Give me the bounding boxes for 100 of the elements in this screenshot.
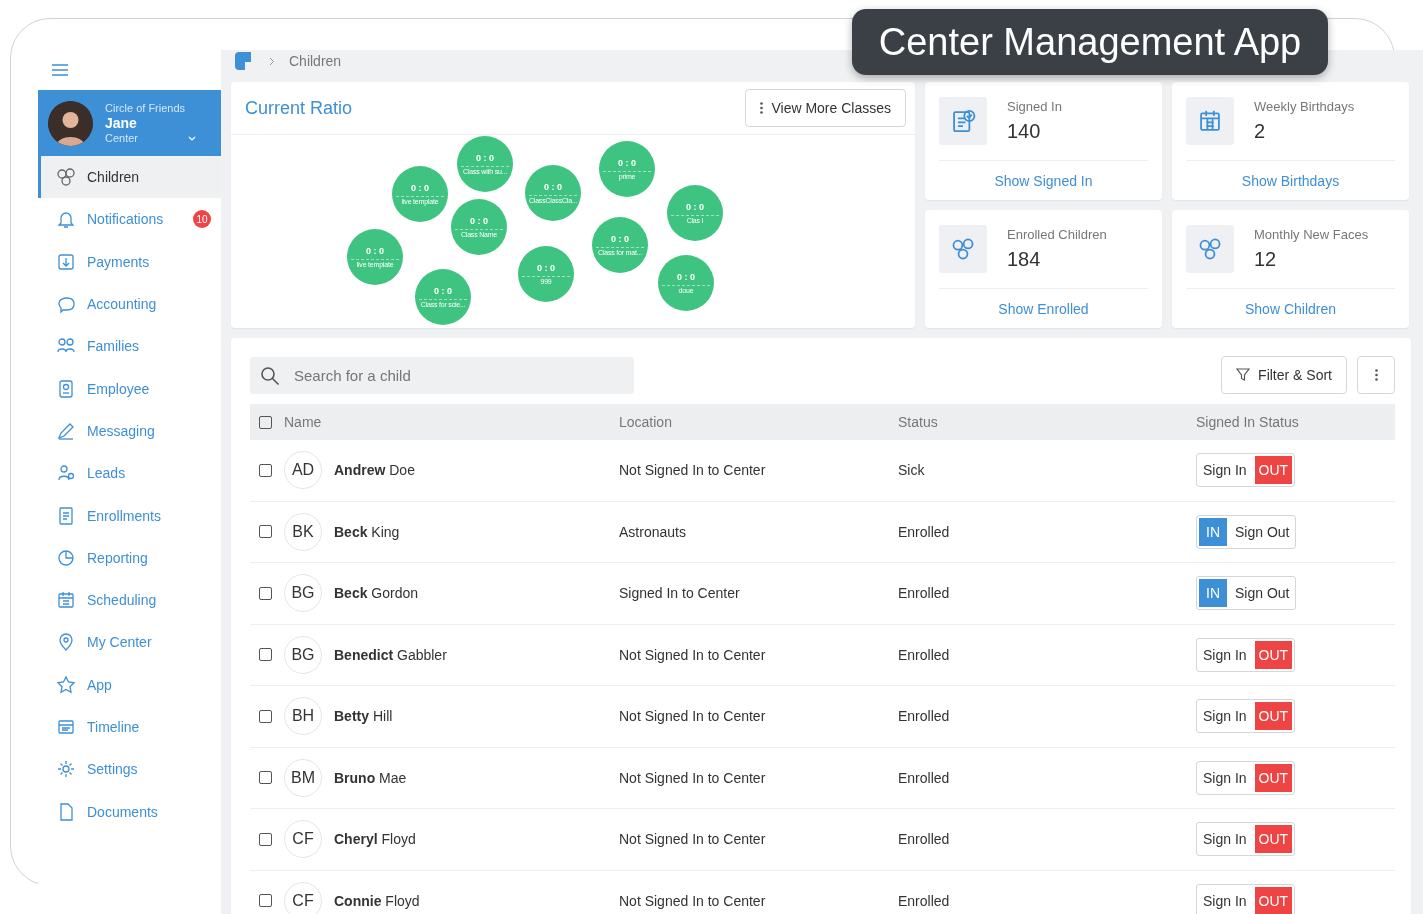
chevron-icon[interactable] xyxy=(188,135,197,141)
table-cell-text: Enrolled xyxy=(898,892,951,909)
table-cell-text: Enrolled xyxy=(898,708,951,725)
sign-toggle[interactable]: Sign In OUT xyxy=(1196,453,1296,488)
sign-toggle[interactable]: Sign In OUT xyxy=(1196,883,1296,914)
stat-value: 2 xyxy=(1254,120,1267,143)
sidebar-item[interactable]: Payments xyxy=(38,240,221,283)
card-title: Current Ratio xyxy=(245,97,353,119)
status-badge: IN xyxy=(1199,579,1227,608)
sidebar-item[interactable]: App xyxy=(38,663,221,706)
search-icon xyxy=(259,364,281,387)
sign-toggle[interactable]: Sign In OUT xyxy=(1196,637,1296,672)
checkbox[interactable] xyxy=(259,771,272,785)
table-cell-text: Not Signed In to Center xyxy=(619,892,767,909)
status-badge: OUT xyxy=(1254,825,1293,854)
checkbox[interactable] xyxy=(259,894,272,908)
checkbox[interactable] xyxy=(259,415,272,429)
checkbox[interactable] xyxy=(259,586,272,600)
checkbox[interactable] xyxy=(259,463,272,477)
checkbox[interactable] xyxy=(259,648,272,662)
child-name[interactable]: Bruno Mae xyxy=(334,769,407,786)
sign-toggle[interactable]: Sign In OUT xyxy=(1196,822,1296,857)
column-header: Signed In Status xyxy=(1196,414,1300,430)
sign-action[interactable]: Sign In xyxy=(1199,646,1251,663)
stat-value: 12 xyxy=(1254,248,1278,271)
table-cell-text: Enrolled xyxy=(898,831,951,848)
child-name[interactable]: Beck Gordon xyxy=(334,585,419,602)
stat-label: Weekly Birthdays xyxy=(1254,99,1355,114)
sidebar-item[interactable]: Scheduling xyxy=(38,578,221,622)
faces-icon xyxy=(55,166,77,189)
sign-action[interactable]: Sign In xyxy=(1199,831,1251,848)
stat-link[interactable]: Show Enrolled xyxy=(998,300,1089,317)
chevron-icon xyxy=(269,56,275,66)
table-cell-text: Astronauts xyxy=(619,523,687,540)
checkbox[interactable] xyxy=(259,832,272,846)
table-cell-text: Not Signed In to Center xyxy=(619,462,767,479)
avatar xyxy=(48,100,93,146)
sidebar-item[interactable]: Leads xyxy=(38,452,221,495)
sidebar-item[interactable]: Reporting xyxy=(38,536,221,579)
table-cell-text: Not Signed In to Center xyxy=(619,831,767,848)
table-cell-text: Sick xyxy=(898,462,926,479)
status-badge: OUT xyxy=(1254,763,1293,792)
funnel-icon xyxy=(1236,368,1251,382)
sign-action[interactable]: Sign Out xyxy=(1231,585,1294,602)
stat-label: Monthly New Faces xyxy=(1254,227,1369,242)
sidebar-item[interactable]: My Center xyxy=(38,621,221,664)
status-badge: OUT xyxy=(1254,640,1293,669)
table-cell-text: Enrolled xyxy=(898,769,951,786)
child-name[interactable]: Beck King xyxy=(334,523,400,540)
view-more-button[interactable]: View More Classes xyxy=(745,89,906,127)
filter-button[interactable]: Filter & Sort xyxy=(1221,356,1347,394)
stat-label: Signed In xyxy=(1007,99,1062,114)
count-badge: 10 xyxy=(193,210,211,229)
table-cell-text: Enrolled xyxy=(898,646,951,663)
stat-link[interactable]: Show Birthdays xyxy=(1241,172,1340,189)
sidebar-item[interactable]: Timeline xyxy=(38,705,221,749)
child-name[interactable]: Cheryl Floyd xyxy=(334,831,416,848)
child-name[interactable]: Connie Floyd xyxy=(334,892,420,909)
sign-toggle[interactable]: IN Sign Out xyxy=(1196,514,1297,549)
stat-link[interactable]: Show Signed In xyxy=(994,172,1093,189)
sidebar-item[interactable]: Children xyxy=(38,156,221,199)
sign-toggle[interactable]: Sign In OUT xyxy=(1196,699,1296,734)
search-field[interactable]: Search for a child xyxy=(250,356,634,394)
organization-name: Circle of Friends xyxy=(105,100,187,116)
sidebar-item[interactable]: Enrollments xyxy=(38,494,221,537)
sign-action[interactable]: Sign In xyxy=(1199,708,1251,725)
child-name[interactable]: Betty Hill xyxy=(334,708,393,725)
table-cell-text: Signed In to Center xyxy=(619,585,741,602)
status-badge: IN xyxy=(1199,517,1227,546)
sign-action[interactable]: Sign In xyxy=(1199,462,1251,479)
child-name[interactable]: Andrew Doe xyxy=(334,462,415,479)
stat-link[interactable]: Show Children xyxy=(1244,300,1337,317)
user-role: Center xyxy=(105,130,139,146)
sign-action[interactable]: Sign Out xyxy=(1231,523,1294,540)
sidebar-item[interactable]: Families xyxy=(38,325,221,368)
checkbox[interactable] xyxy=(259,709,272,723)
sidebar-item[interactable]: Messaging xyxy=(38,409,221,453)
column-header: Status xyxy=(898,414,939,430)
stat-value: 184 xyxy=(1007,248,1042,271)
sign-toggle[interactable]: IN Sign Out xyxy=(1196,576,1297,611)
status-badge: OUT xyxy=(1254,886,1293,914)
kebab-icon xyxy=(1374,369,1378,381)
sidebar-item[interactable]: Settings xyxy=(38,748,221,791)
sidebar-item[interactable]: Accounting xyxy=(38,282,221,326)
stat-value: 140 xyxy=(1007,120,1042,143)
table-cell-text: Not Signed In to Center xyxy=(619,769,767,786)
sidebar-item[interactable]: Documents xyxy=(38,790,221,833)
sign-action[interactable]: Sign In xyxy=(1199,892,1251,909)
table-cell-text: Not Signed In to Center xyxy=(619,708,767,725)
sidebar-item[interactable]: Notifications 10 xyxy=(38,198,221,241)
sign-action[interactable]: Sign In xyxy=(1199,769,1251,786)
breadcrumb-current: Children xyxy=(289,53,342,69)
table-cell-text: Not Signed In to Center xyxy=(619,646,767,663)
sidebar-item[interactable]: Employee xyxy=(38,367,221,410)
profile-panel[interactable]: Circle of Friends Jane Center xyxy=(38,90,221,156)
stat-label: Enrolled Children xyxy=(1007,227,1107,242)
sign-toggle[interactable]: Sign In OUT xyxy=(1196,760,1296,795)
checkbox[interactable] xyxy=(259,525,272,539)
child-name[interactable]: Benedict Gabbler xyxy=(334,646,447,663)
table-cell-text: Enrolled xyxy=(898,585,951,602)
